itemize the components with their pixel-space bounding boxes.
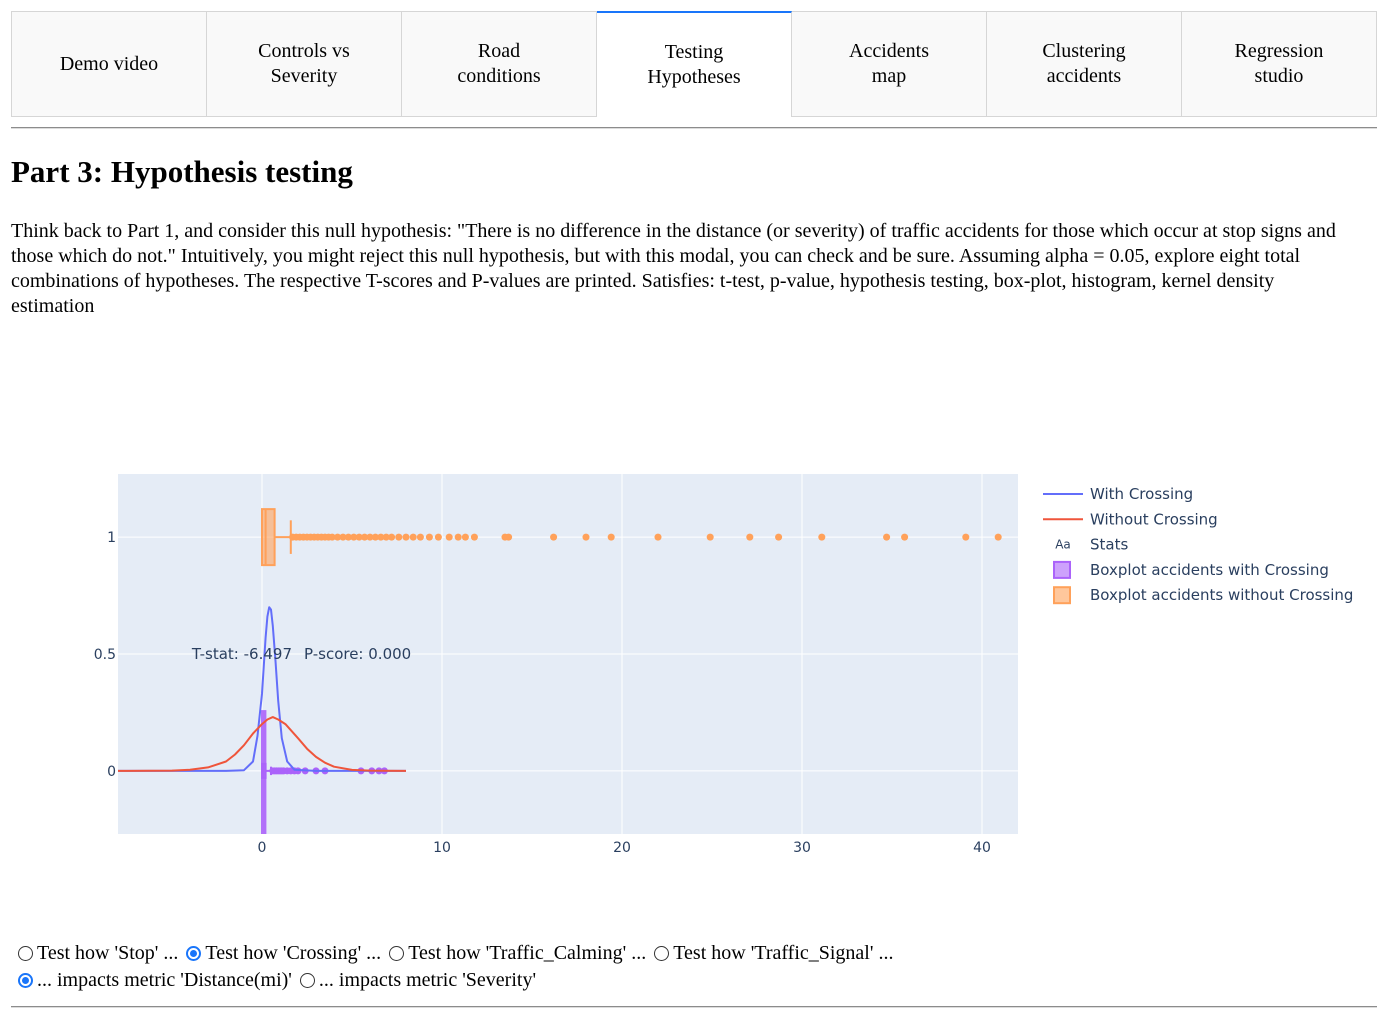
x-tick-label: 0 [258,840,267,856]
radio-circle[interactable] [18,973,33,988]
tab-road-conditions[interactable]: Road conditions [402,11,597,117]
radio-severity[interactable]: ... impacts metric 'Severity' [296,967,536,994]
box-outlier-point [388,533,396,541]
legend-label: Boxplot accidents with Crossing [1090,561,1329,579]
legend-label: Boxplot accidents without Crossing [1090,586,1353,604]
stats-p-score: P-score: 0.000 [304,645,411,663]
radio-label: Test how 'Stop' ... [37,942,179,964]
box-outlier-point [505,533,513,541]
radio-label: ... impacts metric 'Distance(mi)' [37,969,292,991]
box-outlier-point [550,533,558,541]
y-tick-label: 0 [107,764,116,780]
x-tick-label: 30 [793,840,811,856]
tab-label: Demo video [59,52,159,75]
radio-circle[interactable] [18,946,33,961]
box-outlier-point [994,533,1002,541]
radio-label: Test how 'Traffic_Calming' ... [408,942,647,964]
box-outlier-point [445,533,453,541]
radio-circle[interactable] [389,946,405,961]
hypothesis-controls: Test how 'Stop' ... Test how 'Crossing' … [14,940,897,994]
box-outlier-point [962,533,970,541]
bottom-divider [11,1006,1377,1008]
legend-label: Stats [1090,536,1128,554]
tabs-divider [11,127,1377,129]
box-outlier-point [425,533,433,541]
legend-label: Without Crossing [1090,510,1218,528]
box-outlier-point [883,533,891,541]
tab-bar: Demo video Controls vs Severity Road con… [11,11,1377,117]
box-outlier-point [470,533,478,541]
page-title: Part 3: Hypothesis testing [11,154,353,189]
box-outlier-point [818,533,826,541]
radio-label: Test how 'Traffic_Signal' ... [673,942,894,964]
radio-label: Test how 'Crossing' ... [205,942,382,964]
box-outlier-point [746,533,754,541]
tab-label: Road conditions [457,40,541,87]
x-tick-label: 40 [973,840,991,856]
box-outlier-point [901,533,909,541]
box-body [261,508,276,567]
radio-circle[interactable] [299,973,315,988]
tab-label: Clustering accidents [1042,40,1126,87]
tab-label: Controls vs Severity [258,40,350,87]
box-outlier-point [454,533,462,541]
box-outlier-point [434,533,442,541]
radio-circle[interactable] [186,946,202,961]
box-outlier-point [402,533,410,541]
box-outlier-point [416,533,424,541]
tab-accidents-map[interactable]: Accidents map [792,11,987,117]
intro-paragraph: Think back to Part 1, and consider this … [11,220,1336,317]
stats-t-stat: T-stat: -6.497 [191,645,292,663]
tab-label: Regression studio [1234,40,1324,87]
x-tick-label: 10 [433,840,451,856]
tab-demo-video[interactable]: Demo video [11,11,207,117]
box-outlier-point [654,533,662,541]
box-outlier-point [706,533,714,541]
legend-swatch-box [1053,560,1071,579]
radio-label: ... impacts metric 'Severity' [318,969,537,991]
tab-regression-studio[interactable]: Regression studio [1182,11,1377,117]
radio-traffic-signal[interactable]: Test how 'Traffic_Signal' ... [650,940,893,967]
tab-clustering-accidents[interactable]: Clustering accidents [987,11,1182,117]
feature-radio-group: Test how 'Stop' ... Test how 'Crossing' … [14,940,897,967]
x-tick-label: 20 [613,840,631,856]
legend-swatch-box [1053,586,1071,605]
box-outlier-point [582,533,590,541]
legend-swatch-text: Aa [1055,538,1071,552]
radio-crossing[interactable]: Test how 'Crossing' ... [182,940,381,967]
tab-testing-hypotheses[interactable]: Testing Hypotheses [597,11,792,117]
tab-label: Accidents map [849,40,929,87]
radio-traffic-calming[interactable]: Test how 'Traffic_Calming' ... [385,940,646,967]
metric-radio-group: ... impacts metric 'Distance(mi)' ... im… [14,967,897,994]
box-outlier-point [775,533,783,541]
radio-circle[interactable] [654,946,670,961]
hypothesis-chart[interactable]: 0 10 20 30 40 0 0.5 1 T-stat: -6.497 P-score: 0.… [0,440,1391,870]
chart-legend[interactable]: With Crossing Without Crossing Aa Stats Boxp… [1043,485,1353,604]
radio-stop[interactable]: Test how 'Stop' ... [14,940,178,967]
box-outlier-point [395,533,403,541]
y-tick-label: 1 [107,530,116,546]
radio-distance[interactable]: ... impacts metric 'Distance(mi)' [14,967,292,994]
y-tick-label: 0.5 [94,647,116,663]
box-outlier-point [409,533,417,541]
box-outlier-point [607,533,615,541]
legend-label: With Crossing [1090,485,1193,503]
tab-controls-vs-severity[interactable]: Controls vs Severity [207,11,402,117]
tab-label: Testing Hypotheses [647,41,741,88]
box-outlier-point [461,533,469,541]
